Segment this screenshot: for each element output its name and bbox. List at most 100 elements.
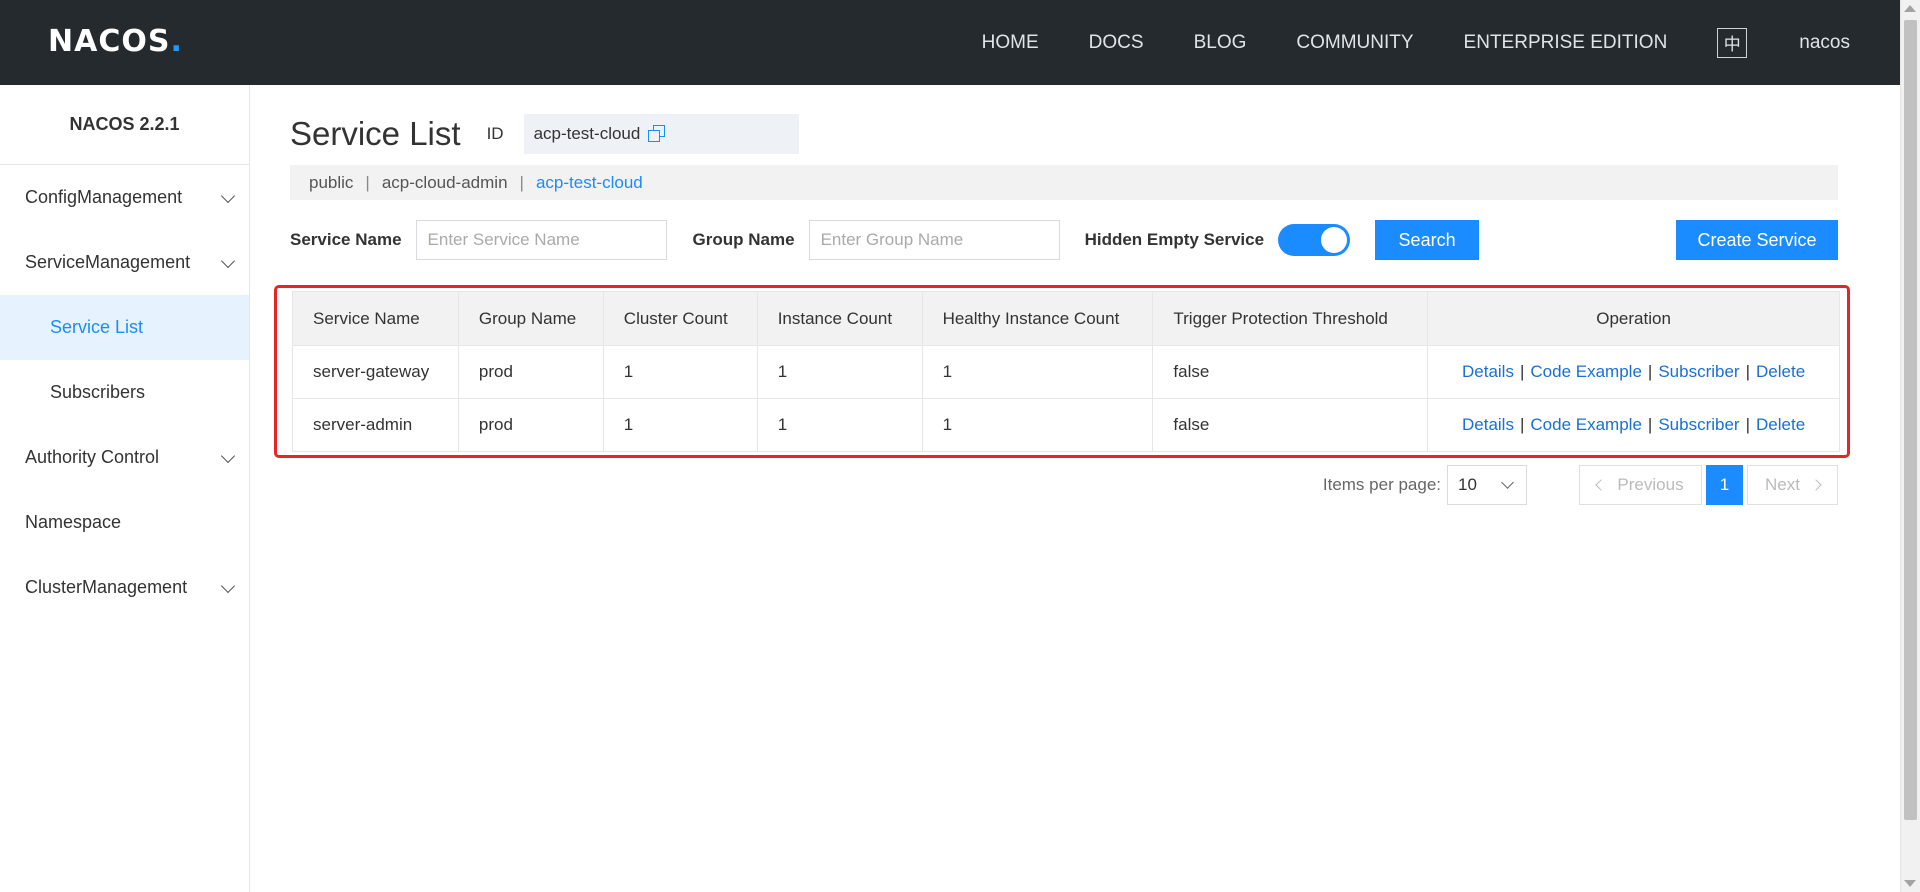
sidebar-menu: ConfigManagement ServiceManagement Servi…	[0, 165, 249, 620]
service-name-input[interactable]	[415, 220, 667, 260]
items-per-page-label: Items per page:	[1322, 475, 1441, 494]
cell-operation: Details | Code Example | Subscriber | Delete	[1427, 398, 1840, 452]
hidden-empty-service-toggle[interactable]	[1278, 224, 1351, 256]
chevron-right-icon	[1810, 479, 1822, 491]
sidebar: NACOS 2.2.1 ConfigManagement ServiceMana…	[0, 85, 250, 892]
delete-link[interactable]: Delete	[1756, 415, 1805, 434]
sidebar-item-subscribers[interactable]: Subscribers	[0, 360, 249, 425]
column-header-healthy-instance-count: Healthy Instance Count	[921, 291, 1154, 346]
page-title: Service List	[290, 115, 461, 152]
toggle-knob	[1321, 227, 1348, 253]
sidebar-item-authority-control[interactable]: Authority Control	[0, 425, 249, 490]
scroll-up-arrow-icon[interactable]	[1904, 5, 1916, 12]
language-switch-button[interactable]: 中	[1717, 27, 1748, 58]
top-nav-links: HOME DOCS BLOG COMMUNITY ENTERPRISE EDIT…	[932, 0, 1850, 85]
create-service-button[interactable]: Create Service	[1676, 220, 1838, 260]
sidebar-item-label: Authority Control	[25, 447, 160, 467]
sidebar-item-label: ServiceManagement	[25, 252, 191, 272]
cell-group-name: prod	[457, 345, 604, 399]
group-name-label: Group Name	[692, 230, 795, 249]
nav-community[interactable]: COMMUNITY	[1296, 32, 1413, 54]
details-link[interactable]: Details	[1462, 415, 1514, 434]
column-header-service-name: Service Name	[292, 291, 459, 346]
cell-service-name: server-admin	[292, 398, 459, 452]
cell-instance-count: 1	[756, 345, 923, 399]
nav-docs[interactable]: DOCS	[1089, 32, 1144, 54]
next-label: Next	[1765, 475, 1800, 494]
sidebar-item-label: Namespace	[25, 512, 122, 532]
page-scrollbar[interactable]	[1900, 0, 1920, 892]
pagination: Items per page: 10 Previous 1 Next	[1323, 465, 1838, 505]
service-name-label: Service Name	[290, 230, 402, 249]
cell-cluster-count: 1	[602, 345, 758, 399]
sidebar-item-config-management[interactable]: ConfigManagement	[0, 165, 249, 230]
id-label: ID	[486, 124, 504, 143]
table-row: server-gateway prod 1 1 1 false Details |…	[292, 345, 1840, 399]
namespace-separator: |	[365, 172, 370, 192]
chevron-down-icon	[1501, 476, 1514, 489]
logo-dot: .	[170, 24, 183, 59]
sidebar-item-label: ClusterManagement	[25, 577, 188, 597]
copy-icon[interactable]	[648, 125, 666, 143]
namespace-public[interactable]: public	[309, 173, 353, 193]
cell-trigger-protection-threshold: false	[1152, 345, 1429, 399]
page-1-button[interactable]: 1	[1706, 465, 1743, 505]
sidebar-item-label: ConfigManagement	[25, 187, 183, 207]
cell-healthy-instance-count: 1	[921, 345, 1154, 399]
cell-healthy-instance-count: 1	[921, 398, 1154, 452]
nav-home[interactable]: HOME	[982, 32, 1039, 54]
sidebar-item-service-management[interactable]: ServiceManagement	[0, 230, 249, 295]
nacos-logo[interactable]: NACOS.	[48, 26, 183, 58]
user-menu[interactable]: nacos	[1799, 32, 1850, 54]
namespace-acp-test-cloud[interactable]: acp-test-cloud	[536, 173, 643, 193]
version-label: NACOS 2.2.1	[0, 85, 249, 165]
nav-blog[interactable]: BLOG	[1194, 32, 1247, 54]
table-row: server-admin prod 1 1 1 false Details | Co…	[292, 398, 1840, 452]
sidebar-item-namespace[interactable]: Namespace	[0, 490, 249, 555]
next-page-button[interactable]: Next	[1747, 465, 1838, 505]
filter-bar: Service Name Group Name Hidden Empty Ser…	[290, 220, 1838, 260]
namespace-selector: public | acp-cloud-admin | acp-test-clou…	[290, 165, 1838, 200]
cell-instance-count: 1	[756, 398, 923, 452]
cell-cluster-count: 1	[602, 398, 758, 452]
chevron-down-icon	[220, 188, 236, 204]
cell-operation: Details | Code Example | Subscriber | Delete	[1427, 345, 1840, 399]
search-button[interactable]: Search	[1375, 220, 1480, 260]
service-table: Service Name Group Name Cluster Count In…	[292, 291, 1840, 452]
title-row: Service List ID acp-test-cloud	[290, 113, 799, 155]
chevron-down-icon	[220, 578, 236, 594]
column-header-group-name: Group Name	[457, 291, 604, 346]
sidebar-item-label: Subscribers	[50, 382, 146, 402]
sidebar-item-label: Service List	[50, 317, 144, 337]
hidden-empty-service-label: Hidden Empty Service	[1084, 230, 1265, 249]
chevron-down-icon	[220, 253, 236, 269]
cell-service-name: server-gateway	[292, 345, 459, 399]
table-header-row: Service Name Group Name Cluster Count In…	[292, 291, 1840, 346]
scrollbar-thumb[interactable]	[1904, 20, 1917, 820]
scroll-down-arrow-icon[interactable]	[1904, 880, 1916, 887]
column-header-operation: Operation	[1427, 291, 1840, 346]
group-name-input[interactable]	[808, 220, 1060, 260]
top-navbar: NACOS. HOME DOCS BLOG COMMUNITY ENTERPRI…	[0, 0, 1920, 85]
delete-link[interactable]: Delete	[1756, 362, 1805, 381]
column-header-cluster-count: Cluster Count	[602, 291, 758, 346]
details-link[interactable]: Details	[1462, 362, 1514, 381]
previous-page-button[interactable]: Previous	[1579, 465, 1702, 505]
namespace-id-box: acp-test-cloud	[523, 114, 799, 154]
namespace-acp-cloud-admin[interactable]: acp-cloud-admin	[382, 173, 508, 193]
cell-group-name: prod	[457, 398, 604, 452]
subscriber-link[interactable]: Subscriber	[1658, 415, 1739, 434]
subscriber-link[interactable]: Subscriber	[1658, 362, 1739, 381]
sidebar-item-service-list[interactable]: Service List	[0, 295, 249, 360]
column-header-trigger-protection-threshold: Trigger Protection Threshold	[1152, 291, 1429, 346]
nav-enterprise-edition[interactable]: ENTERPRISE EDITION	[1464, 32, 1668, 54]
items-per-page-select[interactable]: 10	[1447, 465, 1527, 505]
items-per-page-value: 10	[1458, 475, 1477, 494]
cell-trigger-protection-threshold: false	[1152, 398, 1429, 452]
column-header-instance-count: Instance Count	[756, 291, 923, 346]
code-example-link[interactable]: Code Example	[1530, 362, 1642, 381]
sidebar-item-cluster-management[interactable]: ClusterManagement	[0, 555, 249, 620]
namespace-separator: |	[519, 172, 524, 192]
chevron-down-icon	[220, 448, 236, 464]
code-example-link[interactable]: Code Example	[1530, 415, 1642, 434]
